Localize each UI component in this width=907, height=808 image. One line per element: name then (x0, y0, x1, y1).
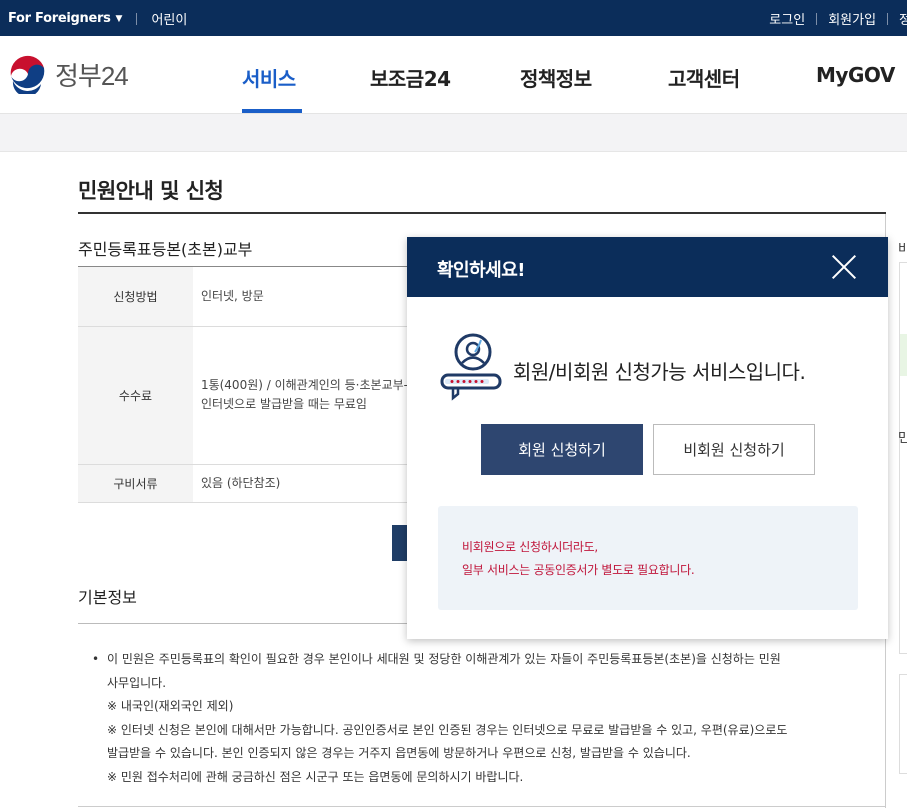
table-row: 구비서류 있음 (하단참조) (78, 464, 408, 503)
main-nav: 서비스 보조금24 정책정보 고객센터 MyGOV (0, 36, 907, 114)
for-foreigners-link[interactable]: For Foreigners (8, 11, 111, 26)
basic-info-description: • 이 민원은 주민등록표의 확인이 필요한 경우 본인이나 세대원 및 정당한… (92, 648, 852, 789)
modal-header: 확인하세요! (407, 237, 888, 297)
desc-line: ※ 내국인(재외국인 제외) (107, 699, 234, 713)
table-row: 신청방법 인터넷, 방문 (78, 267, 408, 327)
apply-button-edge[interactable] (392, 525, 408, 561)
modal-message: 회원/비회원 신청가능 서비스입니다. (513, 360, 806, 384)
desc-line: 발급받을 수 있습니다. 본인 인증되지 않은 경우는 거주지 읍면동에 방문하… (107, 746, 691, 760)
table-cell: 있음 (하단참조) (192, 464, 408, 503)
divider (78, 212, 886, 214)
right-column-highlight (900, 334, 907, 376)
divider (887, 12, 889, 25)
cell-text: 인터넷으로 발급받을 때는 무료임 (200, 397, 367, 411)
divider (78, 806, 886, 807)
modal-title: 확인하세요! (437, 260, 526, 281)
nav-customer-center[interactable]: 고객센터 (668, 63, 740, 92)
breadcrumb-bar (0, 114, 907, 152)
kids-link[interactable]: 어린이 (151, 9, 187, 28)
table-header-cell: 신청방법 (78, 267, 193, 327)
nav-subsidy24[interactable]: 보조금24 (370, 63, 451, 92)
person-id-icon (440, 333, 502, 401)
nav-service[interactable]: 서비스 (242, 63, 296, 92)
notice-line: 비회원으로 신청하시더라도, (462, 540, 598, 554)
cell-text: 있음 (하단참조) (200, 475, 281, 490)
desc-line: 이 민원은 주민등록표의 확인이 필요한 경우 본인이나 세대원 및 정당한 이… (107, 652, 781, 666)
desc-line: ※ 인터넷 신청은 본인에 대해서만 가능합니다. 공인인증서로 본인 인증된 … (107, 722, 788, 737)
service-title: 주민등록표등본(초본)교부 (78, 240, 253, 259)
table-header-cell: 구비서류 (78, 464, 193, 503)
notice-box: 비회원으로 신청하시더라도, 일부 서비스는 공동인증서가 별도로 필요합니다. (438, 506, 858, 610)
cell-text: 1통(400원) / 이해관계인의 등·초본교부- (200, 378, 408, 392)
close-icon[interactable] (830, 253, 858, 281)
confirm-modal: 확인하세요! 회원/비회원 신청가능 서비스입니다. 회원 신청하기 비회원 신… (407, 237, 888, 639)
member-apply-button[interactable]: 회원 신청하기 (481, 424, 643, 475)
top-utility-bar: For Foreigners ▼ 어린이 로그인 회원가입 정 (0, 0, 907, 36)
table-cell: 인터넷, 방문 (192, 267, 408, 327)
top-right-links: 로그인 회원가입 정 (769, 9, 907, 28)
desc-line: 사무입니다. (107, 675, 167, 690)
table-row: 수수료 1통(400원) / 이해관계인의 등·초본교부- 인터넷으로 발급받을… (78, 326, 408, 465)
main-header: 정부24 서비스 보조금24 정책정보 고객센터 MyGOV (0, 36, 907, 114)
divider (136, 12, 138, 25)
cut-off-link[interactable]: 정 (899, 9, 907, 28)
table-header-cell: 수수료 (78, 326, 193, 465)
service-info-table: 신청방법 인터넷, 방문 수수료 1통(400원) / 이해관계인의 등·초본교… (78, 267, 408, 503)
top-left-links: For Foreigners ▼ 어린이 (8, 9, 187, 28)
right-column-box (899, 674, 907, 774)
right-column-label: 비 (898, 242, 907, 257)
page-title: 민원안내 및 신청 (78, 179, 224, 203)
signup-link[interactable]: 회원가입 (828, 9, 876, 28)
nav-policy-info[interactable]: 정책정보 (520, 63, 592, 92)
desc-line: ※ 민원 접수처리에 관해 궁금하신 점은 시군구 또는 읍면동에 문의하시기 … (107, 769, 524, 784)
right-column-label: 민 (898, 431, 907, 446)
divider (816, 12, 818, 25)
right-column-box (899, 262, 907, 654)
basic-info-title: 기본정보 (78, 588, 137, 607)
bullet-icon: • (92, 652, 100, 666)
table-cell: 1통(400원) / 이해관계인의 등·초본교부- 인터넷으로 발급받을 때는 … (192, 326, 408, 465)
guest-apply-button[interactable]: 비회원 신청하기 (653, 424, 815, 475)
nav-mygov[interactable]: MyGOV (816, 63, 895, 87)
cell-text: 인터넷, 방문 (200, 288, 264, 303)
caret-down-icon[interactable]: ▼ (116, 14, 123, 24)
active-nav-indicator (242, 109, 302, 113)
login-link[interactable]: 로그인 (769, 9, 805, 28)
notice-line: 일부 서비스는 공동인증서가 별도로 필요합니다. (462, 563, 695, 577)
